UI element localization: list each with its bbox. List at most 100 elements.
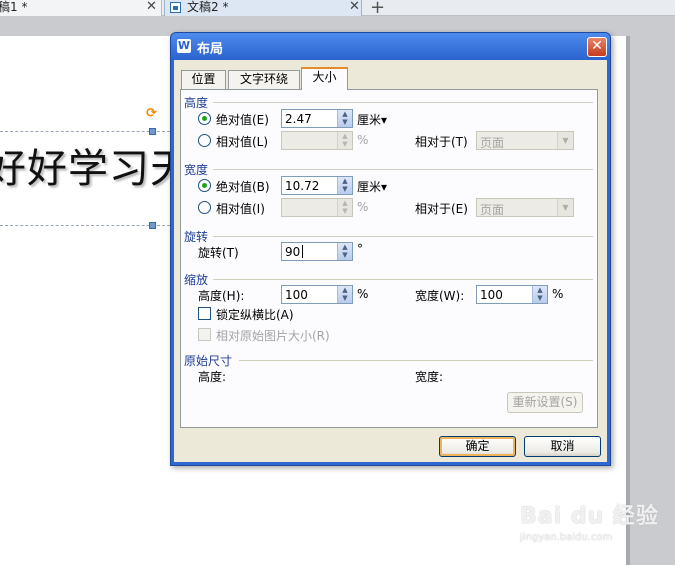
spin-up-icon[interactable]: ▲ — [338, 177, 352, 185]
chevron-down-icon[interactable]: ▼ — [557, 132, 573, 149]
spin-down-icon[interactable]: ▼ — [338, 207, 352, 215]
spin-buttons[interactable]: ▲ ▼ — [337, 132, 352, 149]
scale-width-label: 宽度(W): — [415, 289, 465, 303]
rotate-value: 90 — [285, 245, 301, 259]
width-absolute-input[interactable]: 10.72 ▲ ▼ — [281, 176, 353, 195]
close-icon[interactable]: ✕ — [349, 0, 360, 14]
width-group-title: 宽度 — [184, 163, 209, 177]
group-divider — [239, 360, 593, 361]
scale-width-unit: % — [552, 287, 564, 301]
selection-border-top — [0, 131, 170, 132]
group-divider — [213, 279, 593, 280]
height-group-title: 高度 — [184, 96, 209, 110]
spin-up-icon[interactable]: ▲ — [338, 110, 352, 118]
spin-up-icon[interactable]: ▲ — [533, 286, 547, 294]
spin-buttons[interactable]: ▲ ▼ — [337, 286, 352, 303]
height-relative-label: 相对值(L) — [216, 135, 269, 149]
spin-up-icon[interactable]: ▲ — [338, 243, 352, 251]
resize-handle-top[interactable] — [149, 128, 156, 135]
new-tab-icon[interactable]: + — [370, 0, 385, 18]
width-relative-radio[interactable] — [198, 201, 211, 214]
scale-width-input[interactable]: 100 ▲ ▼ — [476, 285, 548, 304]
rotate-input[interactable]: 90 ▲ ▼ — [281, 242, 353, 261]
height-absolute-radio[interactable] — [198, 112, 211, 125]
rotate-group-title: 旋转 — [184, 230, 209, 244]
width-relative-input[interactable]: ▲ ▼ — [281, 198, 353, 217]
group-divider — [213, 169, 593, 170]
spin-buttons[interactable]: ▲ ▼ — [337, 177, 352, 194]
scale-height-input[interactable]: 100 ▲ ▼ — [281, 285, 353, 304]
width-relative-label: 相对值(I) — [216, 202, 265, 216]
rotate-handle-icon[interactable]: ⟳ — [146, 107, 160, 121]
scale-group-title: 缩放 — [184, 273, 209, 287]
rotate-label: 旋转(T) — [198, 246, 239, 260]
group-divider — [213, 102, 593, 103]
tab-label: 稿1 * — [0, 0, 28, 14]
height-relative-to-value: 页面 — [480, 136, 505, 150]
cancel-button[interactable]: 取消 — [524, 436, 601, 457]
document-tab-bar: 稿1 * ✕ 文稿2 * ✕ + — [0, 0, 675, 18]
lock-aspect-ratio-label: 锁定纵横比(A) — [216, 308, 294, 322]
width-relative-to-select[interactable]: 页面 ▼ — [476, 198, 574, 217]
reset-button[interactable]: 重新设置(S) — [507, 392, 583, 413]
height-unit-dropdown[interactable]: 厘米▾ — [357, 111, 387, 128]
lock-aspect-ratio-checkbox[interactable] — [198, 307, 211, 320]
resize-handle-bottom[interactable] — [149, 222, 156, 229]
scale-height-unit: % — [357, 287, 369, 301]
height-relative-input[interactable]: ▲ ▼ — [281, 131, 353, 150]
width-absolute-label: 绝对值(B) — [216, 180, 270, 194]
art-text-object[interactable]: 好好学习天 — [0, 136, 191, 194]
height-absolute-label: 绝对值(E) — [216, 113, 269, 127]
spin-buttons[interactable]: ▲ ▼ — [337, 243, 352, 260]
spin-up-icon[interactable]: ▲ — [338, 132, 352, 140]
spin-buttons[interactable]: ▲ ▼ — [532, 286, 547, 303]
close-icon[interactable]: ✕ — [146, 0, 157, 14]
spin-buttons[interactable]: ▲ ▼ — [337, 199, 352, 216]
width-relative-to-label: 相对于(E) — [415, 202, 468, 216]
original-height-label: 高度: — [198, 370, 227, 384]
width-absolute-radio[interactable] — [198, 179, 211, 192]
relative-original-size-checkbox[interactable] — [198, 328, 211, 341]
height-absolute-input[interactable]: 2.47 ▲ ▼ — [281, 109, 353, 128]
height-absolute-value: 2.47 — [285, 112, 312, 126]
original-size-group-title: 原始尺寸 — [184, 354, 233, 368]
spin-down-icon[interactable]: ▼ — [338, 294, 352, 302]
baidu-logo: Bai du 经验 — [520, 504, 659, 529]
tab-label: 文稿2 * — [187, 0, 229, 14]
spin-up-icon[interactable]: ▲ — [338, 286, 352, 294]
spin-down-icon[interactable]: ▼ — [338, 118, 352, 126]
spin-down-icon[interactable]: ▼ — [338, 140, 352, 148]
width-absolute-value: 10.72 — [285, 179, 320, 193]
height-relative-radio[interactable] — [198, 134, 211, 147]
height-relative-to-select[interactable]: 页面 ▼ — [476, 131, 574, 150]
scale-height-value: 100 — [285, 288, 308, 302]
ok-button[interactable]: 确定 — [439, 436, 516, 457]
spin-up-icon[interactable]: ▲ — [338, 199, 352, 207]
tab-document-1[interactable]: 稿1 * ✕ — [0, 0, 162, 16]
page-shadow — [626, 36, 630, 565]
group-divider — [213, 236, 593, 237]
width-relative-to-value: 页面 — [480, 203, 505, 217]
dialog-title: 布局 — [197, 42, 224, 57]
spin-down-icon[interactable]: ▼ — [338, 251, 352, 259]
chevron-down-icon[interactable]: ▼ — [557, 199, 573, 216]
original-width-label: 宽度: — [415, 370, 444, 384]
height-relative-unit: % — [357, 133, 369, 147]
dialog-close-button[interactable]: ✕ — [587, 37, 607, 57]
dialog-titlebar[interactable]: W 布局 ✕ — [171, 33, 610, 60]
wps-app-icon: W — [177, 39, 191, 53]
spin-down-icon[interactable]: ▼ — [533, 294, 547, 302]
tab-size[interactable]: 大小 — [301, 67, 348, 90]
width-unit-dropdown[interactable]: 厘米▾ — [357, 178, 387, 195]
relative-original-size-label: 相对原始图片大小(R) — [216, 329, 330, 343]
spin-down-icon[interactable]: ▼ — [338, 185, 352, 193]
scale-height-label: 高度(H): — [198, 289, 245, 303]
tab-position[interactable]: 位置 — [181, 70, 226, 89]
rotate-unit: ° — [357, 242, 363, 256]
tab-document-2[interactable]: 文稿2 * ✕ — [164, 0, 362, 16]
spin-buttons[interactable]: ▲ ▼ — [337, 110, 352, 127]
dialog-body: 位置 文字环绕 大小 高度 绝对值(E) 2.47 ▲ ▼ 厘米▾ 相对值(L) — [174, 60, 607, 462]
tab-text-wrapping[interactable]: 文字环绕 — [228, 70, 300, 89]
selection-border-bottom — [0, 225, 170, 226]
layout-dialog: W 布局 ✕ 位置 文字环绕 大小 高度 绝对值(E) 2.47 ▲ ▼ 厘米▾ — [170, 32, 611, 466]
